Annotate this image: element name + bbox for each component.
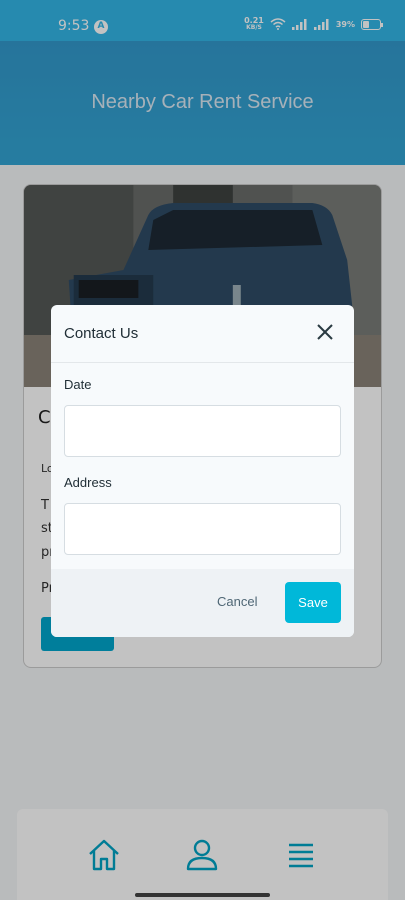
home-indicator[interactable] — [135, 893, 270, 897]
date-label: Date — [64, 377, 92, 392]
contact-modal: Contact Us Date Address Cancel Save — [51, 305, 354, 637]
address-field[interactable] — [64, 503, 341, 555]
date-field[interactable] — [64, 405, 341, 457]
save-button[interactable]: Save — [285, 582, 341, 623]
modal-header: Contact Us — [51, 305, 354, 363]
modal-footer: Cancel Save — [51, 569, 354, 637]
cancel-button[interactable]: Cancel — [217, 594, 257, 609]
modal-title: Contact Us — [64, 325, 139, 342]
address-label: Address — [64, 475, 112, 490]
close-icon — [317, 324, 333, 340]
close-button[interactable] — [312, 319, 338, 345]
